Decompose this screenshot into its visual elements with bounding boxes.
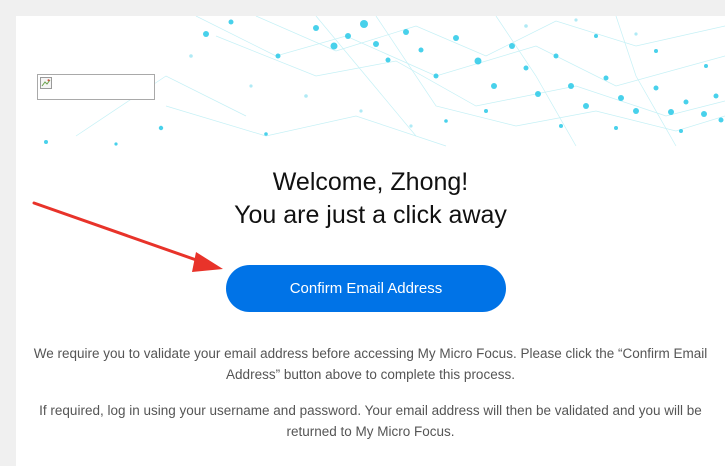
welcome-greeting: Welcome, Zhong! bbox=[272, 168, 469, 196]
welcome-subheading: You are just a click away bbox=[234, 201, 507, 229]
email-card: Welcome, Zhong! You are just a click awa… bbox=[16, 16, 725, 466]
company-logo bbox=[37, 74, 155, 100]
validation-instructions: We require you to validate your email ad… bbox=[33, 346, 708, 382]
confirm-email-button[interactable]: Confirm Email Address bbox=[226, 265, 506, 312]
welcome-heading: Welcome, Zhong! You are just a click awa… bbox=[16, 166, 725, 232]
broken-image-icon bbox=[40, 77, 52, 89]
login-instructions: If required, log in using your username … bbox=[39, 403, 702, 439]
confirm-email-button-label: Confirm Email Address bbox=[289, 280, 443, 297]
hero-banner bbox=[16, 16, 725, 148]
